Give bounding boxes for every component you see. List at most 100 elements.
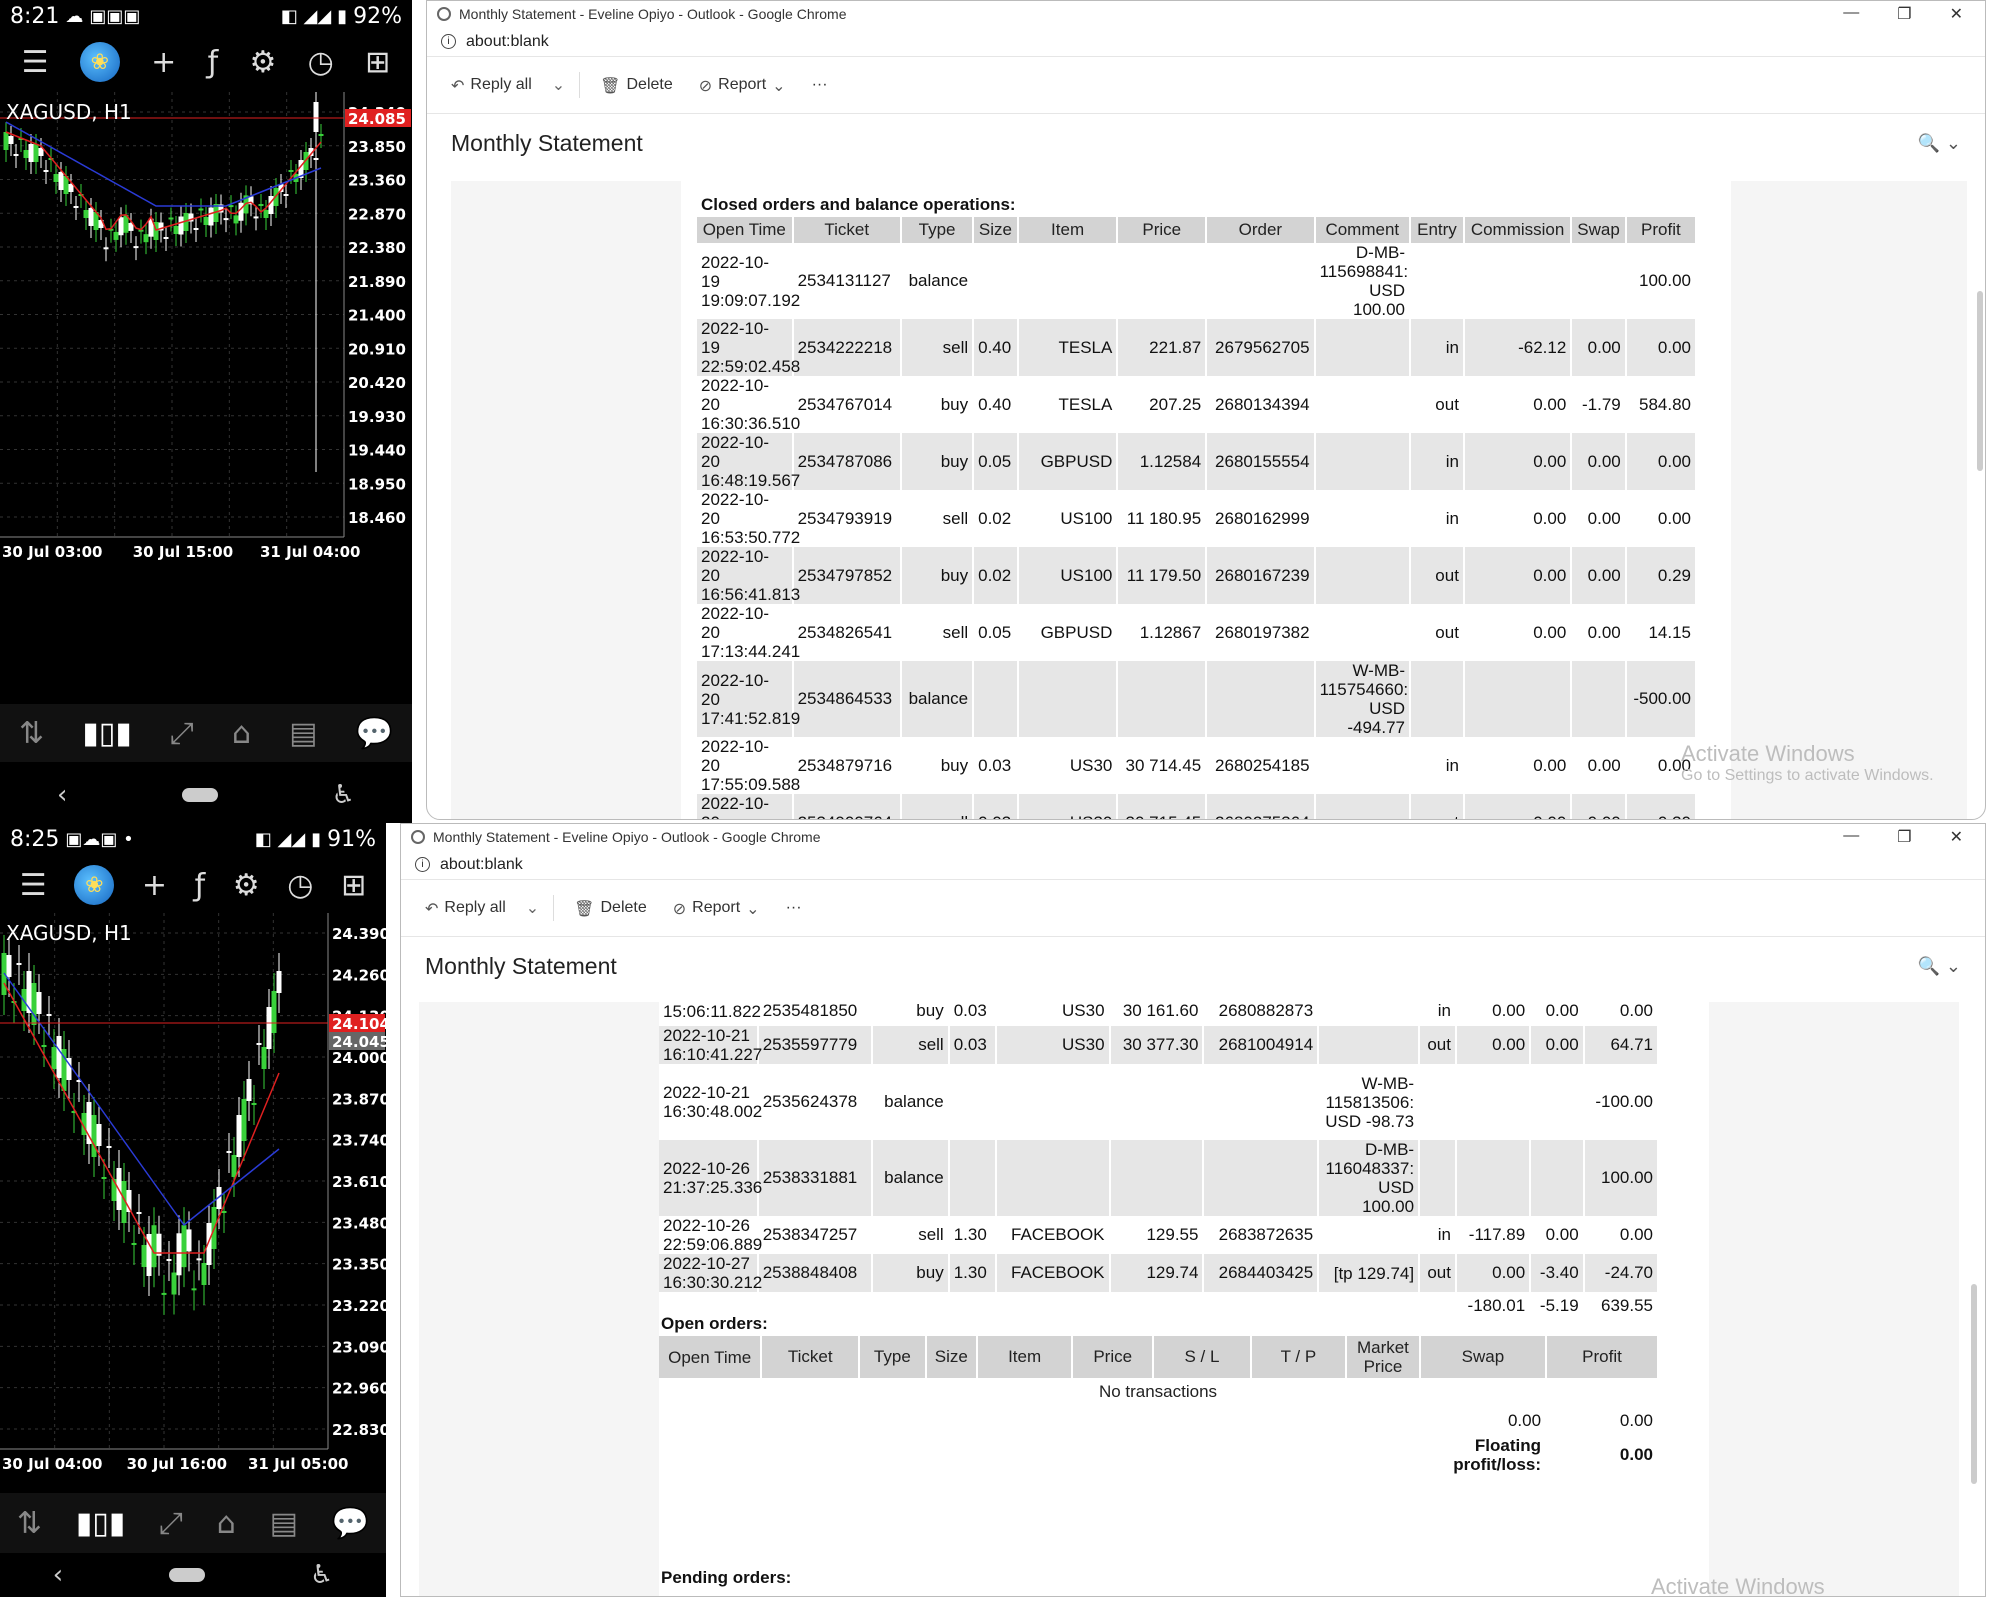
more-button[interactable]: ··· [806, 72, 834, 98]
more-button[interactable]: ··· [780, 895, 808, 921]
table-row[interactable]: 2022-10-21 16:10:41.227 2535597779 sell 0.0… [659, 1026, 1660, 1064]
table-row[interactable]: 2022-10-20 16:30:36.510 2534767014 buy 0.40… [697, 376, 1698, 433]
trade-icon[interactable]: ⤢ [170, 716, 194, 751]
time-tick-label: 31 Jul 05:00 [248, 1455, 348, 1473]
cell-commission: -117.89 [1455, 1216, 1532, 1254]
crosshair-icon[interactable]: + [151, 45, 176, 80]
objects-icon[interactable]: ⚙ [249, 45, 276, 80]
app-logo-icon[interactable]: ❀ [74, 865, 115, 905]
table-row[interactable]: 2022-10-20 16:48:19.567 2534787086 buy 0.05… [697, 433, 1698, 490]
news-icon[interactable]: ▤ [289, 716, 317, 751]
table-row[interactable]: 2022-10-20 16:53:50.772 2534793919 sell 0.0… [697, 490, 1698, 547]
messages-icon[interactable]: 💬 [356, 716, 393, 751]
report-button[interactable]: ⊘ Report ⌄ [667, 895, 766, 922]
timeframe-clock-icon[interactable]: ◷ [287, 868, 313, 903]
new-order-icon[interactable]: ⊞ [365, 45, 390, 80]
info-icon[interactable]: i [441, 34, 456, 49]
history-icon[interactable]: ⌂ [217, 1506, 236, 1541]
chart-svg[interactable]: 24.39024.26024.13024.00023.87023.74023.6… [0, 913, 386, 1493]
menu-icon[interactable]: ☰ [22, 45, 49, 80]
table-row[interactable]: 15:06:11.822 2535481850 buy 0.03 US30 30 161.… [659, 1002, 1660, 1026]
image-icon: ▣☁▣ • [65, 828, 134, 850]
info-icon[interactable]: i [415, 857, 430, 872]
cell-price [1117, 243, 1208, 319]
candle-body [231, 1155, 237, 1177]
app-logo-icon[interactable]: ❀ [79, 42, 120, 82]
table-row[interactable]: 2022-10-20 17:55:09.588 2534879716 buy 0.03… [697, 737, 1698, 794]
reply-all-button[interactable]: ↶ Reply all [419, 895, 512, 922]
table-row[interactable]: 2022-10-21 16:30:48.002 2535624378 balance… [659, 1064, 1660, 1140]
close-icon[interactable]: ✕ [1950, 4, 1963, 24]
cell-comment [1314, 737, 1412, 794]
price-chart[interactable]: 24.39024.26024.13024.00023.87023.74023.6… [0, 913, 386, 1493]
trade-icon[interactable]: ⤢ [159, 1506, 183, 1541]
table-row[interactable]: 2022-10-20 17:41:52.819 2534864533 balance… [697, 661, 1698, 737]
price-tick-label: 18.950 [348, 475, 406, 493]
delete-button[interactable]: 🗑 Delete [594, 72, 679, 99]
chart-tab-icon[interactable]: ▮▯▮ [76, 1506, 126, 1541]
column-header: Profit [1625, 217, 1698, 243]
zoom-icon[interactable]: 🔍 ⌄ [1918, 956, 1961, 977]
minimize-icon[interactable]: — [1843, 827, 1859, 847]
table-row[interactable]: 2022-10-20 17:13:44.241 2534826541 sell 0.0… [697, 604, 1698, 661]
scrollbar[interactable] [1971, 1284, 1977, 1484]
more-label: ··· [811, 76, 828, 93]
timeframe-clock-icon[interactable]: ◷ [308, 45, 334, 80]
back-icon[interactable]: ‹ [53, 1560, 63, 1590]
candle-body [176, 1233, 182, 1276]
candle-body [181, 1225, 187, 1268]
close-icon[interactable]: ✕ [1950, 827, 1963, 847]
candle-body [136, 1212, 142, 1214]
messages-icon[interactable]: 💬 [332, 1506, 369, 1541]
chevron-down-icon[interactable]: ⌄ [526, 898, 539, 918]
objects-icon[interactable]: ⚙ [233, 868, 260, 903]
restore-icon[interactable]: ❐ [1897, 827, 1911, 847]
history-icon[interactable]: ⌂ [232, 716, 251, 751]
zoom-icon[interactable]: 🔍 ⌄ [1918, 133, 1961, 154]
back-icon[interactable]: ‹ [57, 780, 67, 810]
chart-svg[interactable]: 24.34023.85023.36022.87022.38021.89021.4… [0, 92, 412, 704]
candle-body [33, 144, 39, 162]
price-chart[interactable]: 24.34023.85023.36022.87022.38021.89021.4… [0, 92, 412, 704]
cell-item: US30 [995, 1026, 1111, 1064]
table-row[interactable]: 2022-10-26 21:37:25.336 2538331881 balance… [659, 1140, 1660, 1216]
cell-size: 0.05 [973, 604, 1019, 661]
delete-button[interactable]: 🗑 Delete [568, 895, 653, 922]
table-row[interactable]: 2022-10-19 22:59:02.458 2534222218 sell 0.4… [697, 319, 1698, 376]
new-order-icon[interactable]: ⊞ [341, 868, 366, 903]
indicators-icon[interactable]: ƒ [195, 868, 206, 903]
accessibility-icon[interactable]: ♿ [332, 780, 355, 810]
crosshair-icon[interactable]: + [142, 868, 167, 903]
chevron-down-icon[interactable]: ⌄ [552, 75, 565, 95]
quotes-icon[interactable]: ⇅ [19, 716, 44, 751]
news-icon[interactable]: ▤ [270, 1506, 298, 1541]
table-row[interactable]: 2022-10-27 16:30:30.212 2538848408 buy 1.30… [659, 1254, 1660, 1292]
reply-all-button[interactable]: ↶ Reply all [445, 72, 538, 99]
candle-body [288, 170, 294, 172]
indicators-icon[interactable]: ƒ [208, 45, 219, 80]
chart-toolbar: ☰ ❀ + ƒ ⚙ ◷ ⊞ [0, 855, 386, 915]
quotes-icon[interactable]: ⇅ [17, 1506, 42, 1541]
restore-icon[interactable]: ❐ [1897, 4, 1911, 24]
home-icon[interactable] [181, 788, 218, 802]
home-icon[interactable] [168, 1568, 205, 1582]
cell-price: 30 161.60 [1109, 1002, 1205, 1026]
minimize-icon[interactable]: — [1843, 4, 1859, 24]
address-bar[interactable]: i about:blank [401, 850, 1985, 880]
cell-order: 2684403425 [1203, 1254, 1320, 1292]
table-row[interactable]: 2022-10-26 22:59:06.889 2538347257 sell 1.3… [659, 1216, 1660, 1254]
column-header: Price [1117, 217, 1208, 243]
address-bar[interactable]: i about:blank [427, 27, 1985, 57]
table-row[interactable]: 2022-10-20 18:18:49.4222534900764sell0.0… [697, 794, 1698, 819]
report-button[interactable]: ⊘ Report ⌄ [693, 72, 792, 99]
menu-icon[interactable]: ☰ [20, 868, 47, 903]
candle-body [221, 1211, 227, 1213]
chart-tab-icon[interactable]: ▮▯▮ [82, 716, 132, 751]
cell-size: 1.30 [948, 1216, 997, 1254]
column-header: Price [1072, 1336, 1155, 1378]
cell-size: 0.02 [973, 547, 1019, 604]
table-row[interactable]: 2022-10-20 16:56:41.813 2534797852 buy 0.02… [697, 547, 1698, 604]
table-row[interactable]: 2022-10-19 19:09:07.192 2534131127 balance… [697, 243, 1698, 319]
scrollbar[interactable] [1977, 291, 1983, 471]
accessibility-icon[interactable]: ♿ [310, 1560, 333, 1590]
